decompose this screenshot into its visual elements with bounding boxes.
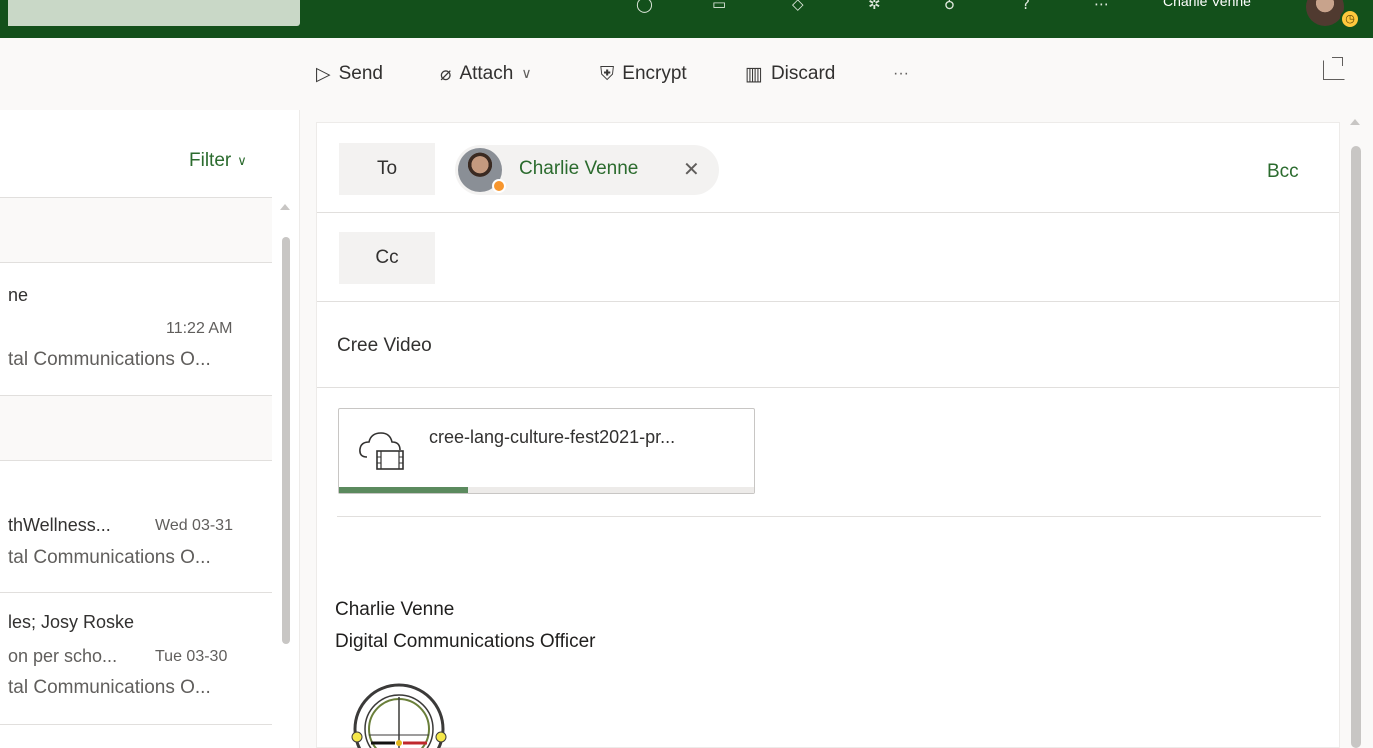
- attachment-name: cree-lang-culture-fest2021-pr...: [429, 427, 676, 447]
- list-item[interactable]: thWellness... Wed 03-31 tal Communicatio…: [0, 461, 272, 592]
- lightbulb-icon[interactable]: ♁: [944, 0, 955, 14]
- discard-button[interactable]: ▥ Discard: [745, 60, 835, 88]
- list-item-sender: les; Josy Roske: [8, 612, 135, 632]
- cloud-video-icon: [359, 432, 404, 470]
- list-item-preview: tal Communications O...: [8, 349, 211, 370]
- list-item-sender: thWellness...: [8, 515, 111, 535]
- chevron-down-icon: ∨: [521, 66, 532, 82]
- diamond-icon[interactable]: ◇: [792, 0, 804, 14]
- scroll-up-arrow[interactable]: [280, 204, 290, 210]
- cc-button[interactable]: Cc: [339, 232, 435, 284]
- cc-row: Cc: [317, 213, 1339, 302]
- command-bar: ▷ Send ⌀ Attach ∨ ⛨ Encrypt ▥ Discard ··…: [0, 38, 1373, 110]
- list-item-time: Wed 03-31: [155, 517, 233, 534]
- attach-button[interactable]: ⌀ Attach ∨: [440, 60, 532, 88]
- list-item[interactable]: ne 11:22 AM tal Communications O...: [0, 263, 272, 395]
- compose-pane: To Charlie Venne ✕ Bcc Cc Cree Video cre…: [316, 122, 1340, 748]
- popout-icon[interactable]: [1323, 57, 1345, 80]
- trash-icon: ▥: [745, 63, 763, 85]
- cc-label: Cc: [375, 247, 399, 268]
- list-item-sender: ne: [8, 285, 29, 305]
- to-row: To Charlie Venne ✕ Bcc: [317, 123, 1339, 213]
- avatar[interactable]: [1306, 0, 1344, 26]
- list-group-header: [0, 396, 272, 460]
- discard-label: Discard: [770, 63, 836, 84]
- presence-icon: ◷: [1340, 9, 1360, 29]
- scroll-up-arrow[interactable]: [1350, 119, 1360, 125]
- divider: [0, 724, 272, 725]
- subject-input[interactable]: Cree Video: [337, 335, 432, 357]
- send-icon: ▷: [316, 63, 331, 85]
- chevron-down-icon: ∨: [237, 153, 247, 169]
- skype-icon[interactable]: ◯: [636, 0, 653, 14]
- list-item[interactable]: les; Josy Roske on per scho... Tue 03-30…: [0, 593, 272, 724]
- encrypt-label: Encrypt: [622, 63, 687, 84]
- to-label: To: [376, 158, 398, 179]
- search-box[interactable]: [8, 0, 300, 26]
- message-list: Filter ∨ ne 11:22 AM tal Communications …: [0, 110, 300, 748]
- close-icon[interactable]: ✕: [683, 157, 700, 181]
- app-header: ◯ ▭ ◇ ✲ ♁ ? ⋯ Charlie Venne ◷: [0, 0, 1373, 38]
- shield-icon: ⛨: [600, 63, 615, 85]
- presence-icon: [492, 179, 506, 193]
- send-button[interactable]: ▷ Send: [316, 60, 383, 88]
- user-name[interactable]: Charlie Venne: [1163, 0, 1251, 9]
- list-item-preview: tal Communications O...: [8, 677, 211, 698]
- list-scrollbar[interactable]: [282, 237, 290, 644]
- recipient-name: Charlie Venne: [519, 158, 639, 179]
- bcc-button[interactable]: Bcc: [1267, 161, 1299, 183]
- feedback-icon[interactable]: ⋯: [1094, 0, 1109, 14]
- to-button[interactable]: To: [339, 143, 435, 195]
- list-item-subject: on per scho...: [8, 646, 118, 666]
- gear-icon[interactable]: ✲: [868, 0, 881, 14]
- signature-name: Charlie Venne: [335, 599, 455, 620]
- filter-button[interactable]: Filter ∨: [189, 150, 247, 172]
- compose-scrollbar[interactable]: [1351, 146, 1361, 748]
- signature-title: Digital Communications Officer: [335, 631, 596, 652]
- subject-row[interactable]: [317, 302, 1339, 388]
- paperclip-icon: ⌀: [440, 63, 452, 85]
- list-item-time: Tue 03-30: [155, 648, 228, 665]
- divider: [337, 516, 1321, 517]
- list-item-preview: tal Communications O...: [8, 547, 211, 568]
- list-group-header: [0, 198, 272, 262]
- upload-progress: [339, 487, 754, 493]
- signature-logo: [351, 683, 447, 748]
- help-icon[interactable]: ?: [1022, 0, 1030, 14]
- list-item-time: 11:22 AM: [166, 320, 233, 337]
- more-label: ···: [893, 65, 909, 82]
- encrypt-button[interactable]: ⛨ Encrypt: [600, 60, 687, 88]
- more-options-button[interactable]: ···: [893, 60, 909, 88]
- send-label: Send: [338, 63, 383, 84]
- filter-label: Filter: [189, 150, 232, 171]
- upload-progress-fill: [339, 487, 468, 493]
- recipient-chip[interactable]: Charlie Venne ✕: [455, 145, 719, 195]
- calendar-icon[interactable]: ▭: [712, 0, 726, 14]
- attachment-card[interactable]: cree-lang-culture-fest2021-pr...: [338, 408, 755, 494]
- attach-label: Attach: [459, 63, 514, 84]
